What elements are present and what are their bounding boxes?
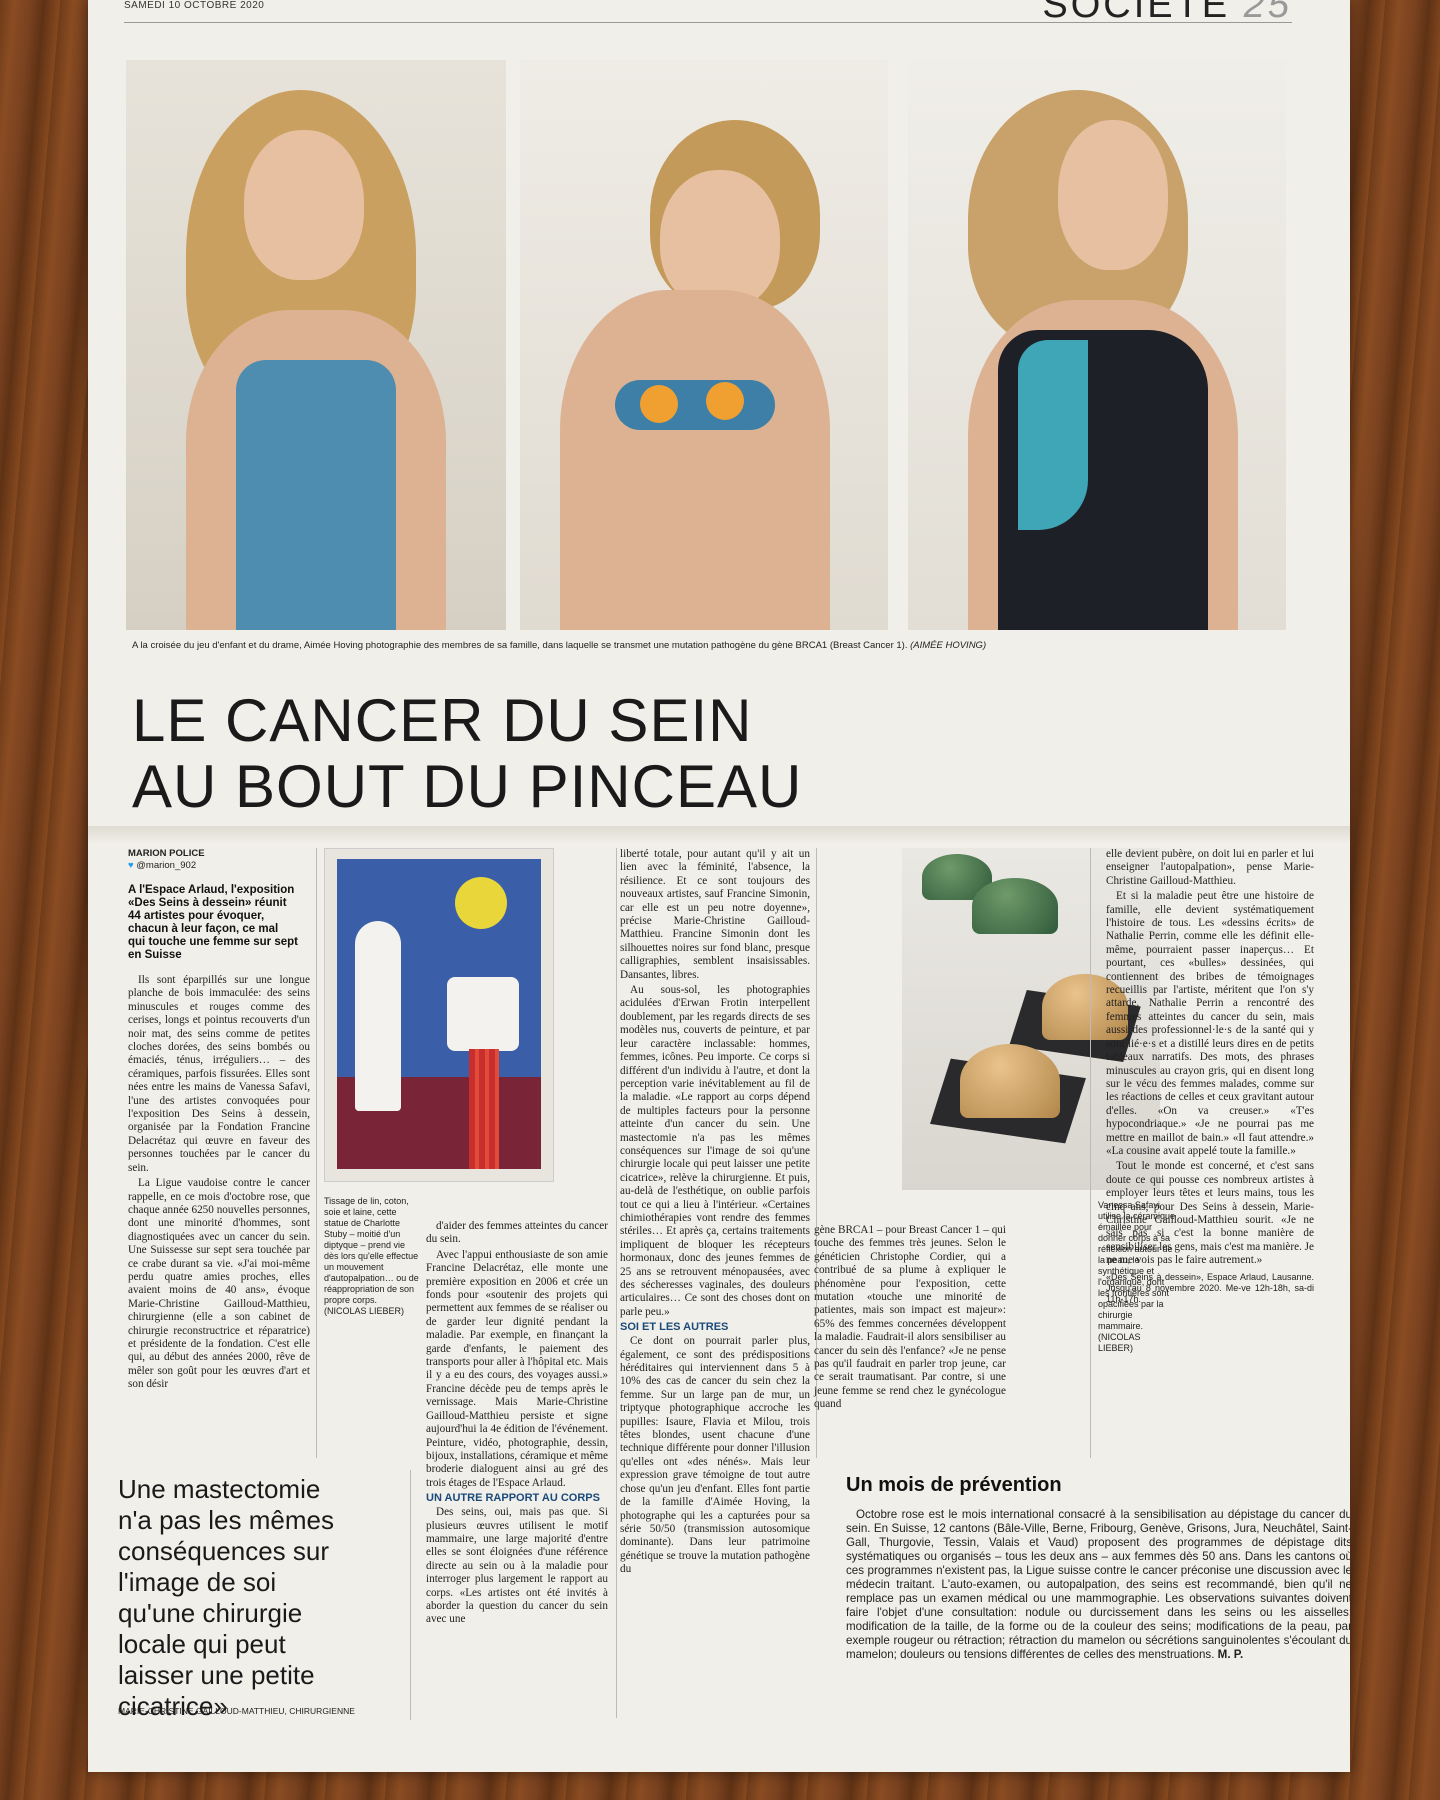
red-column-motif	[469, 1049, 499, 1169]
paragraph: Et si la maladie peut être une histoire …	[1106, 890, 1314, 1157]
column-rule	[410, 1470, 411, 1720]
pull-quote: Une mastectomie n'a pas les mêmes conséq…	[118, 1474, 334, 1721]
subheading: SOI ET LES AUTRES	[620, 1321, 729, 1334]
byline-handle: ♥ @marion_902	[128, 860, 197, 871]
column-rule	[616, 848, 617, 1718]
byline-author: MARION POLICE	[128, 848, 205, 859]
photo-girl-bikini	[520, 60, 888, 630]
paragraph: Ce dont on pourrait parler plus, égaleme…	[620, 1335, 810, 1576]
paragraph: gène BRCA1 – pour Breast Cancer 1 – qui …	[814, 1224, 1006, 1411]
exhibition-info: «Des Seins à dessein», Espace Arlaud, La…	[1106, 1271, 1314, 1304]
sun-motif	[455, 877, 507, 929]
photo-caption: A la croisée du jeu d'enfant et du drame…	[132, 640, 987, 651]
headline-line-2: AU BOUT DU PINCEAU	[132, 753, 803, 820]
article-headline: LE CANCER DU SEIN AU BOUT DU PINCEAU	[132, 688, 802, 820]
bust-motif	[447, 977, 519, 1051]
article-column-1: Ils sont éparpillés sur une longue planc…	[128, 974, 310, 1394]
paragraph: liberté totale, pour autant qu'il y ait …	[620, 848, 810, 981]
article-column-5: elle devient pubère, on doit lui en parl…	[1106, 848, 1314, 1307]
article-column-3: liberté totale, pour autant qu'il y ait …	[620, 848, 810, 1579]
sidebar-box-title: Un mois de prévention	[846, 1474, 1062, 1496]
article-column-4: gène BRCA1 – pour Breast Cancer 1 – qui …	[814, 1224, 1006, 1414]
headline-line-1: LE CANCER DU SEIN	[132, 687, 753, 754]
tapestry-artwork-photo	[324, 848, 554, 1182]
paragraph: d'aider des femmes atteintes du cancer d…	[426, 1220, 608, 1246]
newspaper-page: SAMEDI 10 OCTOBRE 2020 SOCIÉTÉ 25 A la c…	[88, 0, 1350, 1772]
header-rule	[124, 22, 1292, 23]
paper-fold	[88, 826, 1350, 844]
photo-girl-black-leotard	[908, 60, 1286, 630]
paragraph: elle devient pubère, on doit lui en parl…	[1106, 848, 1314, 887]
photo-girl-blue-swimsuit	[126, 60, 506, 630]
column-rule	[316, 848, 317, 1458]
paragraph: Ils sont éparpillés sur une longue planc…	[128, 974, 310, 1174]
pull-quote-attribution: MARIE-CHRISTINE GAILLOUD-MATTHIEU, CHIRU…	[118, 1706, 355, 1716]
header-date: SAMEDI 10 OCTOBRE 2020	[124, 0, 265, 11]
mirror-motif	[355, 921, 401, 1111]
subheading: UN AUTRE RAPPORT AU CORPS	[426, 1492, 600, 1505]
twitter-icon: ♥	[128, 860, 134, 871]
column-rule	[1090, 848, 1091, 1458]
paragraph: Des seins, oui, mais pas que. Si plusieu…	[426, 1506, 608, 1626]
paragraph: La Ligue vaudoise contre le cancer rappe…	[128, 1177, 310, 1391]
paragraph: Au sous-sol, les photographies acidulées…	[620, 984, 810, 1318]
paragraph: Tout le monde est concerné, et c'est san…	[1106, 1160, 1314, 1267]
sidebar-box-text: Octobre rose est le mois international c…	[846, 1508, 1350, 1661]
tapestry-caption: Tissage de lin, coton, soie et laine, ce…	[324, 1196, 419, 1316]
article-lede: A l'Espace Arlaud, l'exposition «Des Sei…	[128, 884, 298, 961]
signature: M. P.	[1217, 1648, 1244, 1661]
article-column-2: d'aider des femmes atteintes du cancer d…	[426, 1220, 608, 1629]
paragraph: Avec l'appui enthousiaste de son amie Fr…	[426, 1248, 608, 1489]
